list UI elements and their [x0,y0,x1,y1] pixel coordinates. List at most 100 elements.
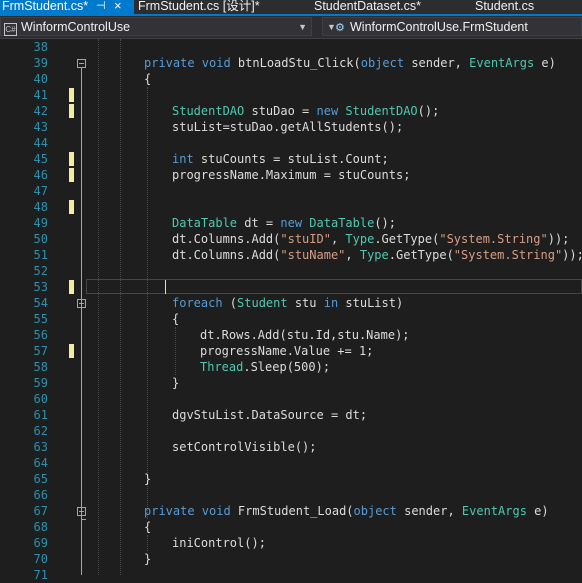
project-dropdown[interactable]: C# WinformControlUse ▼ [0,17,312,36]
identifier: , [330,232,346,246]
keyword: private void [144,504,238,518]
code-text: { [172,312,180,326]
tab-frmstudent-cs[interactable]: FrmStudent.cs* ⊣ × [0,0,134,14]
string-literal: "System.String" [453,248,563,262]
chevron-down-icon[interactable]: ▼ [327,18,336,37]
keyword: new [280,216,310,230]
tab-student-cs[interactable]: Student.cs [475,0,534,14]
pin-icon[interactable]: ⊣ [96,0,106,14]
identifier: .Sleep(500); [243,360,331,374]
tab-frmstudent-designer[interactable]: FrmStudent.cs [设计]* [138,0,260,14]
chevron-down-icon[interactable]: ▼ [298,18,307,37]
code-line: 38 [0,39,582,55]
line-number: 66 [33,488,48,502]
code-line: 55 { [0,311,582,327]
code-text: Thread.Sleep(500); [200,359,330,375]
code-text: int stuCounts = stuList.Count; [172,151,389,167]
line-number: 50 [33,232,48,246]
code-line: 47 [0,183,582,199]
identifier: (); [374,216,397,230]
tab-label: FrmStudent.cs* [2,0,89,13]
type-name: Type [345,232,375,246]
code-line: 65 } [0,471,582,487]
code-line: 39 private void btnLoadStu_Click(object … [0,55,582,71]
code-editor[interactable]: 38 39 private void btnLoadStu_Click(obje… [0,39,582,582]
identifier: sender, [396,504,462,518]
line-number: 60 [33,392,48,406]
identifier: dt = [237,216,281,230]
identifier: ( [222,296,238,310]
change-marker [69,88,74,102]
line-number: 58 [33,360,48,374]
code-line: 54 foreach (Student stu in stuList) [0,295,582,311]
line-number: 68 [33,520,48,534]
line-number: 67 [33,504,48,518]
type-name: EventArgs [469,56,535,70]
keyword: int [172,152,194,166]
identifier: stu [287,296,324,310]
identifier: sender, [404,56,470,70]
code-line: 59 } [0,375,582,391]
identifier: (); [417,104,440,118]
keyword: foreach [172,296,223,310]
code-line: 63 setControlVisible(); [0,439,582,455]
identifier: dt.Columns.Add( [172,248,281,262]
line-number: 63 [33,440,48,454]
code-line: 45 int stuCounts = stuList.Count; [0,151,582,167]
code-line: 60 [0,391,582,407]
line-number: 52 [33,264,48,278]
code-line: 71 [0,567,582,583]
line-number: 49 [33,216,48,230]
line-number: 53 [33,280,48,294]
code-text: DataTable dt = new DataTable(); [172,215,396,231]
code-line: 53 [0,279,582,295]
line-number: 46 [33,168,48,182]
line-number: 39 [33,56,48,70]
close-icon[interactable]: × [114,0,122,14]
line-number: 69 [33,536,48,550]
identifier: e) [534,56,556,70]
line-number: 54 [33,296,48,310]
type-name: StudentDAO [345,104,418,118]
code-line: 52 [0,263,582,279]
identifier: , [345,248,360,262]
code-line: 58 Thread.Sleep(500); [0,359,582,375]
line-number: 65 [33,472,48,486]
code-text: progressName.Value += 1; [200,344,374,358]
code-line: 69 iniControl(); [0,535,582,551]
code-line: 41 [0,87,582,103]
code-text: } [172,376,180,390]
identifier: .GetType( [374,232,440,246]
code-line: 66 [0,487,582,503]
identifier: .GetType( [388,248,454,262]
type-dropdown[interactable]: ▼ ⚙ WinformControlUse.FrmStudent [322,17,582,36]
identifier: FrmStudent_Load( [237,504,354,518]
code-text: foreach (Student stu in stuList) [172,295,403,311]
code-text: progressName.Maximum = stuCounts; [172,168,411,182]
change-marker [69,280,74,294]
line-number: 61 [33,408,48,422]
tab-studentdataset-cs[interactable]: StudentDataset.cs* [314,0,421,14]
line-number: 47 [33,184,48,198]
code-line: 44 [0,135,582,151]
type-name: Student [237,296,288,310]
change-marker [69,104,74,118]
code-line: 56 dt.Rows.Add(stu.Id,stu.Name); [0,327,582,343]
code-line: 61 dgvStuList.DataSource = dt; [0,407,582,423]
keyword: object [353,504,397,518]
code-text: setControlVisible(); [172,440,317,454]
project-dropdown-value: WinformControlUse [21,20,131,34]
code-line: 57 progressName.Value += 1; [0,343,582,359]
code-text: dt.Columns.Add("stuName", Type.GetType("… [172,247,582,263]
line-number: 43 [33,120,48,134]
change-marker [69,344,74,358]
identifier: stuList) [338,296,404,310]
line-number: 42 [33,104,48,118]
code-line: 48 [0,199,582,215]
code-line: 50 dt.Columns.Add("stuID", Type.GetType(… [0,231,582,247]
line-number: 45 [33,152,48,166]
code-line: 64 [0,455,582,471]
type-name: StudentDAO [172,104,245,118]
code-line: 67 private void FrmStudent_Load(object s… [0,503,582,519]
code-line: 43 stuList=stuDao.getAllStudents(); [0,119,582,135]
